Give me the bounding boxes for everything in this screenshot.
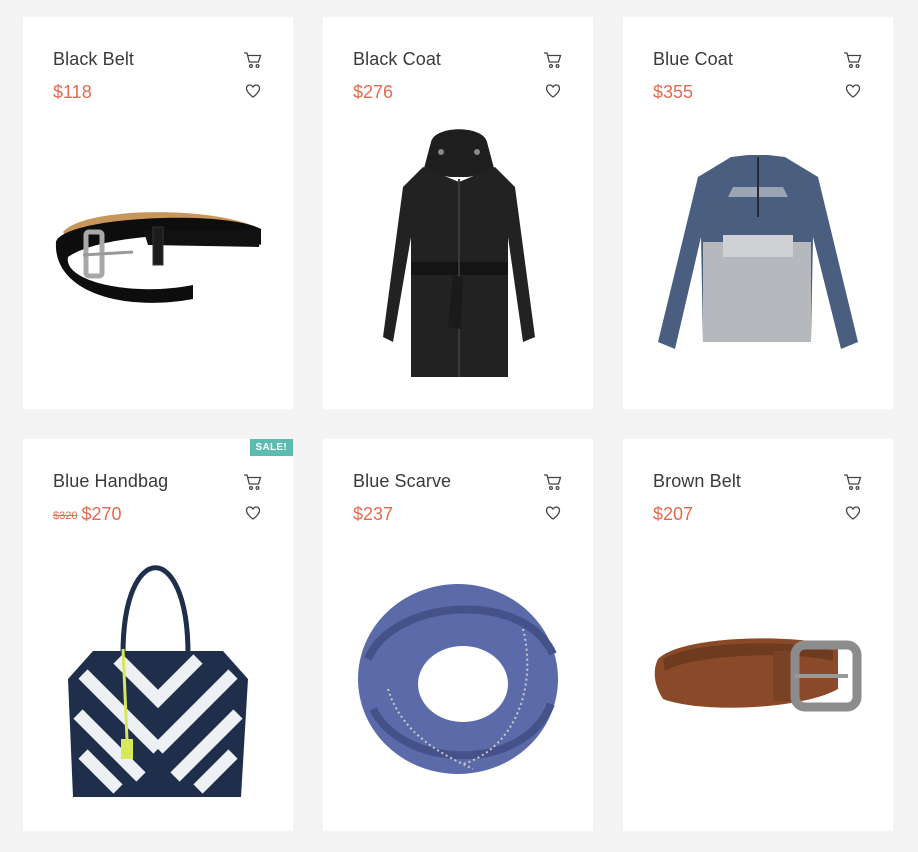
product-price: $237 (353, 504, 393, 525)
sale-badge: SALE! (249, 439, 293, 456)
product-price: $355 (653, 82, 693, 103)
product-price: $207 (653, 504, 693, 525)
blue-scarf-image[interactable] (323, 539, 593, 824)
shopping-cart-icon[interactable] (543, 51, 563, 69)
product-card-blue-scarve[interactable]: Blue Scarve $237 (323, 439, 593, 831)
heart-icon[interactable] (245, 83, 261, 99)
product-card-blue-handbag[interactable]: SALE! Blue Handbag $320 $270 (23, 439, 293, 831)
shopping-cart-icon[interactable] (843, 51, 863, 69)
current-price: $276 (353, 82, 394, 102)
heart-icon[interactable] (845, 505, 861, 521)
current-price: $207 (653, 504, 694, 524)
current-price: $270 (81, 504, 122, 524)
brown-belt-image[interactable] (623, 539, 893, 824)
product-name[interactable]: Blue Handbag (53, 471, 168, 492)
heart-icon[interactable] (545, 505, 561, 521)
blue-coat-image[interactable] (623, 117, 893, 402)
product-card-black-belt[interactable]: Black Belt $118 (23, 17, 293, 409)
product-name[interactable]: Brown Belt (653, 471, 741, 492)
black-coat-image[interactable] (323, 117, 593, 402)
product-name[interactable]: Black Belt (53, 49, 134, 70)
blue-handbag-image[interactable] (23, 539, 293, 824)
heart-icon[interactable] (845, 83, 861, 99)
product-grid: Black Belt $118 Black Coat $276 Blue Coa (0, 0, 918, 852)
product-name[interactable]: Blue Scarve (353, 471, 451, 492)
product-price: $118 (53, 82, 92, 103)
shopping-cart-icon[interactable] (543, 473, 563, 491)
heart-icon[interactable] (545, 83, 561, 99)
heart-icon[interactable] (245, 505, 261, 521)
product-card-brown-belt[interactable]: Brown Belt $207 (623, 439, 893, 831)
current-price: $355 (653, 82, 694, 102)
shopping-cart-icon[interactable] (843, 473, 863, 491)
product-name[interactable]: Black Coat (353, 49, 441, 70)
shopping-cart-icon[interactable] (243, 51, 263, 69)
product-card-blue-coat[interactable]: Blue Coat $355 (623, 17, 893, 409)
product-price: $276 (353, 82, 393, 103)
product-card-black-coat[interactable]: Black Coat $276 (323, 17, 593, 409)
black-belt-image[interactable] (23, 117, 293, 402)
shopping-cart-icon[interactable] (243, 473, 263, 491)
old-price: $320 (53, 510, 78, 522)
product-name[interactable]: Blue Coat (653, 49, 733, 70)
current-price: $118 (53, 82, 92, 102)
current-price: $237 (353, 504, 394, 524)
product-price: $320 $270 (53, 504, 122, 525)
